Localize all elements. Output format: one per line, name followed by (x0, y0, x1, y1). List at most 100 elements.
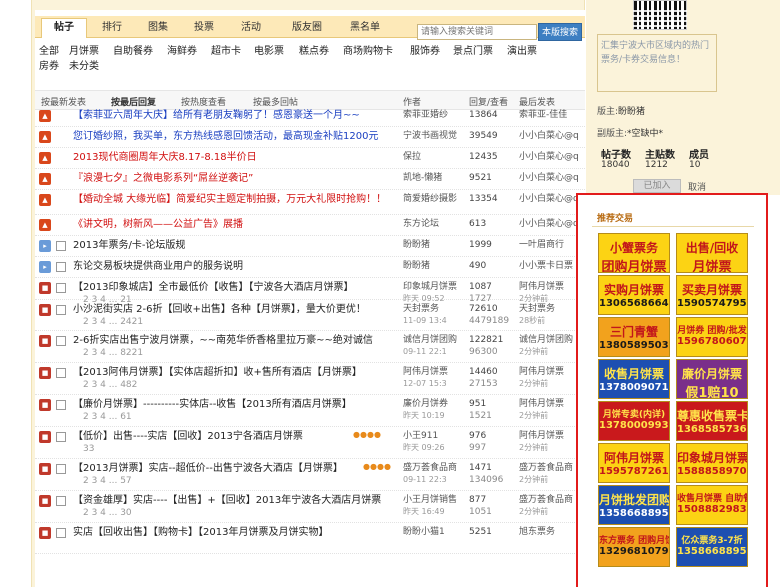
thread-last-poster-name[interactable]: 旭东票务 (519, 527, 555, 537)
thread-title-link[interactable]: 实店【回收出售】【购物卡】【2013年月饼票及月饼实物】 (73, 526, 403, 539)
thread-checkbox[interactable] (56, 305, 66, 315)
thread-author-name[interactable]: 盼盼小猫1 (403, 527, 445, 537)
thread-title-link[interactable]: 【2013阿伟月饼票】【实体店超折扣】收+售所有酒店【月饼票】 (73, 366, 403, 379)
thread-last-poster-name[interactable]: 小小白菜心@q (519, 131, 579, 141)
thread-last-poster[interactable]: 索菲亚-佳佳 (519, 109, 581, 121)
thread-last-poster-name[interactable]: 索菲亚-佳佳 (519, 110, 567, 120)
thread-last-poster[interactable]: 天封票务 28秒前 (519, 303, 581, 327)
trade-ad-banner[interactable]: 尊惠收售票卡 13685857363 (676, 401, 748, 441)
cancel-join-link[interactable]: 取消 (688, 180, 706, 193)
thread-last-poster-name[interactable]: 小小白菜心@q (519, 173, 579, 183)
thread-row[interactable]: ■ 2-6折实店出售宁波月饼票，~~南苑华侨香格里拉万豪~~绝对诚信 2 3 4 .… (35, 331, 585, 363)
thread-last-poster-name[interactable]: 一叶眉商行 (519, 240, 564, 250)
category-hotel[interactable]: 房券 (39, 59, 59, 74)
thread-checkbox[interactable] (56, 400, 66, 410)
thread-last-poster[interactable]: 盛万荟食品商 2分钟前 (519, 462, 581, 486)
trade-ad-banner[interactable]: 月饼券 团购/批发 15967806076 (676, 317, 748, 357)
tab-friends[interactable]: 版友圈 (283, 19, 331, 37)
tab-posts[interactable]: 帖子 (41, 18, 87, 38)
thread-last-poster-name[interactable]: 阿伟月饼票 (519, 282, 564, 292)
thread-author-name[interactable]: 阿伟月饼票 (403, 367, 448, 377)
thread-last-poster[interactable]: 阿伟月饼票 2分钟前 (519, 366, 581, 390)
trade-ad-banner[interactable]: 三门青蟹 13805895039 (598, 317, 670, 357)
thread-author-name[interactable]: 盼盼猪 (403, 240, 430, 250)
thread-author[interactable]: 盼盼猪 (403, 260, 467, 272)
category-supermarket[interactable]: 超市卡 (211, 44, 241, 59)
thread-title-link[interactable]: 【资金雄厚】实店----【出售】+【回收】2013年宁波各大酒店月饼票 (73, 494, 403, 507)
trade-ad-banner[interactable]: 月饼批发团购 13586688958 (598, 485, 670, 525)
trade-ad-banner[interactable]: 小蟹票务 团购月饼票 (598, 233, 670, 273)
thread-author[interactable]: 简爱婚纱摄影 (403, 193, 467, 205)
thread-author[interactable]: 保拉 (403, 151, 467, 163)
category-buffet[interactable]: 自助餐券 (113, 44, 153, 59)
thread-row[interactable]: ▸ 东论交易板块提供商业用户的服务说明 盼盼猪 490 小小票卡日票 (35, 257, 585, 278)
thread-last-poster[interactable]: 一叶眉商行 (519, 239, 581, 251)
thread-author-name[interactable]: 索菲亚婚纱 (403, 110, 448, 120)
join-button[interactable]: 已加入 (633, 179, 681, 193)
category-uncategorized[interactable]: 未分类 (69, 59, 99, 74)
thread-last-poster[interactable]: 盛万荟食品商 2分钟前 (519, 494, 581, 518)
thread-last-poster[interactable]: 小小白菜心@q (519, 151, 581, 163)
tab-vote[interactable]: 投票 (187, 19, 221, 37)
thread-last-poster-name[interactable]: 小小票卡日票 (519, 261, 573, 271)
thread-pages[interactable]: 2 3 4 ... 61 (83, 412, 132, 422)
thread-author-name[interactable]: 诚信月饼团购 (403, 335, 457, 345)
thread-author-name[interactable]: 盛万荟食品商 (403, 463, 457, 473)
thread-row[interactable]: ■ 小沙泥街实店 2-6折【回收+出售】各种【月饼票】，量大价更优！ 2 3 4 .… (35, 300, 585, 331)
thread-pages[interactable]: 2 3 4 ... 482 (83, 380, 137, 390)
thread-row[interactable]: ■ 【2013阿伟月饼票】【实体店超折扣】收+售所有酒店【月饼票】 2 3 4 ..… (35, 363, 585, 395)
thread-last-poster-name[interactable]: 小小白菜心@q (519, 219, 579, 229)
thread-checkbox[interactable] (56, 528, 66, 538)
thread-author-name[interactable]: 保拉 (403, 152, 421, 162)
search-input[interactable] (417, 24, 537, 40)
category-seafood[interactable]: 海鲜券 (167, 44, 197, 59)
thread-last-poster[interactable]: 旭东票务 (519, 526, 581, 538)
thread-title-link[interactable]: 【婚动全城 大缘光临】简爱纪实主题定制拍摄，万元大礼限时抢购！！ (73, 193, 403, 206)
trade-ad-banner[interactable]: 出售/回收 月饼票 (676, 233, 748, 273)
thread-title-link[interactable]: 您订婚纱照，我买单，东方热线感恩回馈活动，最高现金补贴1200元 (73, 130, 403, 143)
thread-checkbox[interactable] (56, 262, 66, 272)
tab-ranking[interactable]: 排行 (95, 19, 129, 37)
thread-title-link[interactable]: 小沙泥街实店 2-6折【回收+出售】各种【月饼票】，量大价更优！ (73, 303, 403, 316)
thread-pages[interactable]: 33 (83, 444, 94, 454)
trade-ad-banner[interactable]: 东方票务 团购月饼票13296810798 (598, 527, 670, 567)
thread-row[interactable]: ▲ 《讲文明，树新风——公益广告》展播 东方论坛 613 小小白菜心@q (35, 215, 585, 236)
thread-author-name[interactable]: 简爱婚纱摄影 (403, 194, 457, 204)
category-pastry[interactable]: 糕点券 (299, 44, 329, 59)
thread-author[interactable]: 小王911 昨天 09:26 (403, 430, 467, 454)
trade-ad-banner[interactable]: 印象城月饼票 15888589708 (676, 443, 748, 483)
thread-last-poster-name[interactable]: 盛万荟食品商 (519, 495, 573, 505)
thread-row[interactable]: ■ 【2013印象城店】全市最低价【收售】【宁波各大酒店月饼票】 2 3 4 ...… (35, 278, 585, 305)
thread-last-poster[interactable]: 诚信月饼团购 2分钟前 (519, 334, 581, 358)
category-clothing[interactable]: 服饰券 (410, 44, 440, 59)
thread-last-poster[interactable]: 小小白菜心@q (519, 193, 581, 205)
thread-author[interactable]: 诚信月饼团购 09-11 22:1 (403, 334, 467, 358)
trade-ad-banner[interactable]: 亿众票务3-7折 13586688958 (676, 527, 748, 567)
thread-author[interactable]: 廉价月饼券 昨天 10:19 (403, 398, 467, 422)
thread-last-poster-name[interactable]: 阿伟月饼票 (519, 367, 564, 377)
thread-last-poster-name[interactable]: 阿伟月饼票 (519, 431, 564, 441)
thread-title-link[interactable]: 『浪漫七夕』之微电影系列“屌丝逆袭记” (73, 172, 403, 185)
category-show[interactable]: 演出票 (507, 44, 537, 59)
thread-author[interactable]: 凯地-懒猪 (403, 172, 467, 184)
thread-author[interactable]: 索菲亚婚纱 (403, 109, 467, 121)
thread-author-name[interactable]: 宁波书画视觉 (403, 131, 457, 141)
thread-author-name[interactable]: 天封票务 (403, 304, 439, 314)
thread-title-link[interactable]: 【索菲亚六周年大庆】给所有老朋友鞠躬了！感恩豪送一个月~~ (73, 109, 403, 122)
thread-title-link[interactable]: 【2013月饼票】实店--超低价--出售宁波各大酒店【月饼票】 (73, 462, 403, 475)
search-button[interactable]: 本版搜索 (538, 23, 582, 41)
thread-checkbox[interactable] (56, 336, 66, 346)
thread-pages[interactable]: 2 3 4 ... 30 (83, 508, 132, 518)
moderator-name[interactable]: 盼盼猪 (618, 107, 645, 117)
thread-author-name[interactable]: 盼盼猪 (403, 261, 430, 271)
category-all[interactable]: 全部 (39, 44, 59, 59)
thread-author[interactable]: 天封票务 11-09 13:4 (403, 303, 467, 327)
thread-row[interactable]: ■ 【资金雄厚】实店----【出售】+【回收】2013年宁波各大酒店月饼票 2 3 … (35, 491, 585, 523)
trade-ad-banner[interactable]: 收售月饼票 自助餐券15088829837 (676, 485, 748, 525)
thread-row[interactable]: ▸ 2013年票务/卡-论坛版规 盼盼猪 1999 一叶眉商行 (35, 236, 585, 257)
thread-last-poster-name[interactable]: 天封票务 (519, 304, 555, 314)
thread-last-poster-name[interactable]: 小小白菜心@q (519, 152, 579, 162)
thread-row[interactable]: ■ 【2013月饼票】实店--超低价--出售宁波各大酒店【月饼票】 2 3 4 ..… (35, 459, 585, 491)
thread-checkbox[interactable] (56, 283, 66, 293)
trade-ad-banner[interactable]: 实购月饼票 13065686648 (598, 275, 670, 315)
